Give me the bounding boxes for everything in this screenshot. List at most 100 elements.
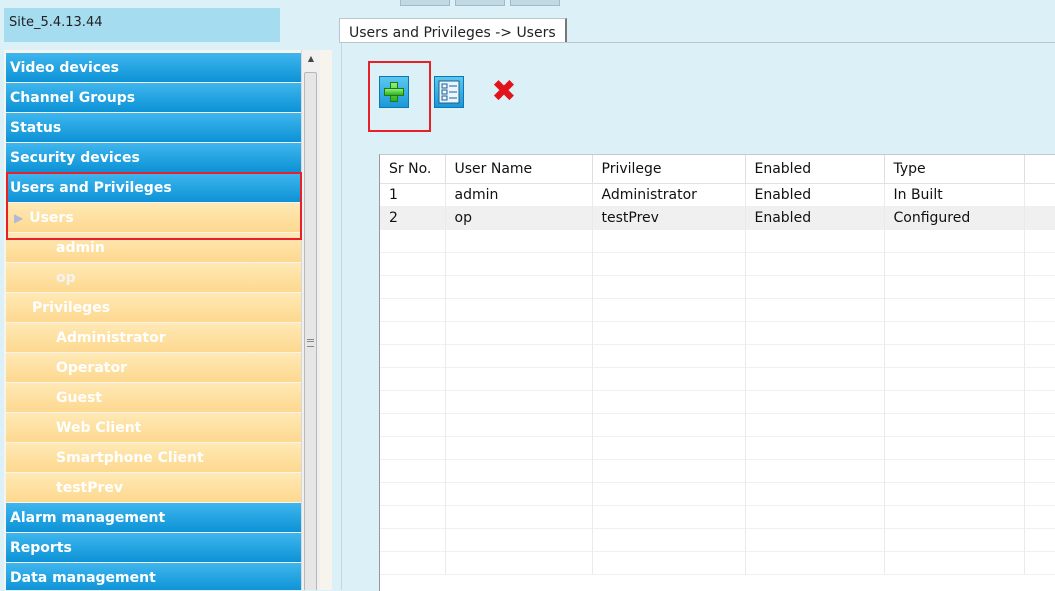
tree-user-op[interactable]: op bbox=[6, 263, 304, 292]
table-cell bbox=[445, 413, 593, 436]
table-row-empty bbox=[380, 321, 1055, 344]
table-cell bbox=[380, 505, 446, 528]
table-cell bbox=[745, 505, 885, 528]
add-plus-icon bbox=[383, 81, 405, 103]
table-cell bbox=[745, 367, 885, 390]
table-cell bbox=[884, 413, 1025, 436]
table-cell bbox=[592, 528, 746, 551]
tree-status[interactable]: Status bbox=[6, 113, 304, 142]
column-header-type[interactable]: Type bbox=[884, 155, 1025, 184]
tree-privilege-guest[interactable]: Guest bbox=[6, 383, 304, 412]
site-name[interactable]: Site_5.4.13.44 bbox=[4, 8, 280, 42]
tree-item-label: Privileges bbox=[32, 300, 111, 316]
table-cell bbox=[380, 551, 446, 574]
table-cell bbox=[445, 344, 593, 367]
table-cell bbox=[884, 482, 1025, 505]
tab-stub-3 bbox=[510, 0, 560, 6]
tree-item-label: op bbox=[56, 270, 76, 286]
table-cell bbox=[884, 528, 1025, 551]
table-cell: Configured bbox=[884, 206, 1025, 229]
scroll-up-arrow-icon[interactable]: ▲ bbox=[302, 50, 320, 68]
scroll-thumb[interactable] bbox=[304, 72, 317, 590]
tree-item-label: Smartphone Client bbox=[56, 450, 204, 466]
table-cell bbox=[1024, 459, 1055, 482]
table-cell bbox=[1024, 551, 1055, 574]
tree-privilege-testprev[interactable]: testPrev bbox=[6, 473, 304, 502]
column-header-enabled[interactable]: Enabled bbox=[745, 155, 885, 184]
table-cell bbox=[592, 321, 746, 344]
tree-reports[interactable]: Reports bbox=[6, 533, 304, 562]
table-row-empty bbox=[380, 367, 1055, 390]
user-details-button[interactable] bbox=[434, 76, 464, 108]
table-cell: In Built bbox=[884, 183, 1025, 206]
table-cell bbox=[1024, 505, 1055, 528]
tab-stub-1 bbox=[400, 0, 450, 6]
table-cell bbox=[592, 482, 746, 505]
tree-privilege-smartphone-client[interactable]: Smartphone Client bbox=[6, 443, 304, 472]
table-cell bbox=[884, 344, 1025, 367]
tree-item-label: Web Client bbox=[56, 420, 142, 436]
table-cell bbox=[380, 436, 446, 459]
tree-users[interactable]: ▶ Users bbox=[6, 203, 304, 232]
tab-stub-2 bbox=[455, 0, 505, 6]
table-cell bbox=[592, 298, 746, 321]
table-cell bbox=[884, 252, 1025, 275]
table-cell bbox=[380, 528, 446, 551]
table-cell bbox=[1024, 436, 1055, 459]
table-cell bbox=[1024, 252, 1055, 275]
column-header-sr-no[interactable]: Sr No. bbox=[380, 155, 446, 184]
table-cell bbox=[592, 459, 746, 482]
table-row[interactable]: 2 op testPrev Enabled Configured bbox=[380, 206, 1055, 229]
scroll-grip-icon bbox=[307, 339, 314, 347]
table-cell bbox=[1024, 321, 1055, 344]
tree-users-and-privileges[interactable]: Users and Privileges bbox=[6, 173, 304, 202]
tree-item-label: Status bbox=[10, 120, 62, 136]
table-cell bbox=[592, 390, 746, 413]
tree-expand-arrow-icon[interactable]: ▶ bbox=[14, 211, 23, 225]
table-cell bbox=[884, 229, 1025, 252]
table-cell bbox=[1024, 206, 1055, 229]
table-cell bbox=[884, 436, 1025, 459]
tree-alarm-management[interactable]: Alarm management bbox=[6, 503, 304, 532]
tree-user-admin[interactable]: admin bbox=[6, 233, 304, 262]
tree-video-devices[interactable]: Video devices bbox=[6, 53, 304, 82]
tree-privilege-web-client[interactable]: Web Client bbox=[6, 413, 304, 442]
table-cell bbox=[380, 459, 446, 482]
table-cell bbox=[745, 459, 885, 482]
column-header-extra[interactable] bbox=[1024, 155, 1055, 184]
tree-security-devices[interactable]: Security devices bbox=[6, 143, 304, 172]
table-cell bbox=[445, 275, 593, 298]
tree-list: Video devices Channel Groups Status Securit… bbox=[6, 53, 304, 590]
table-cell: 2 bbox=[380, 206, 446, 229]
table-row[interactable]: 1 admin Administrator Enabled In Built bbox=[380, 183, 1055, 206]
tab-users-and-privileges-users[interactable]: Users and Privileges -> Users bbox=[339, 18, 567, 43]
table-cell bbox=[445, 436, 593, 459]
list-details-icon bbox=[438, 80, 460, 104]
tree-scrollbar[interactable]: ▲ bbox=[301, 50, 320, 590]
table-cell bbox=[745, 482, 885, 505]
table-cell bbox=[445, 482, 593, 505]
table-cell bbox=[1024, 390, 1055, 413]
table-cell bbox=[1024, 229, 1055, 252]
tree-privileges[interactable]: Privileges bbox=[6, 293, 304, 322]
table-cell bbox=[884, 390, 1025, 413]
add-user-button[interactable] bbox=[379, 76, 409, 108]
tree-privilege-administrator[interactable]: Administrator bbox=[6, 323, 304, 352]
tree-data-management[interactable]: Data management bbox=[6, 563, 304, 590]
tree-channel-groups[interactable]: Channel Groups bbox=[6, 83, 304, 112]
table-cell: admin bbox=[445, 183, 593, 206]
table-cell bbox=[380, 275, 446, 298]
table-cell bbox=[745, 252, 885, 275]
column-header-privilege[interactable]: Privilege bbox=[592, 155, 746, 184]
table-cell bbox=[1024, 275, 1055, 298]
column-header-user-name[interactable]: User Name bbox=[445, 155, 593, 184]
tree-item-label: Users bbox=[29, 210, 74, 226]
tree-item-label: Guest bbox=[56, 390, 102, 406]
table-cell bbox=[380, 229, 446, 252]
tree-item-label: Channel Groups bbox=[10, 90, 136, 106]
table-cell: Administrator bbox=[592, 183, 746, 206]
table-cell bbox=[592, 275, 746, 298]
delete-user-button[interactable]: ✖ bbox=[489, 76, 519, 108]
table-cell bbox=[745, 344, 885, 367]
tree-privilege-operator[interactable]: Operator bbox=[6, 353, 304, 382]
